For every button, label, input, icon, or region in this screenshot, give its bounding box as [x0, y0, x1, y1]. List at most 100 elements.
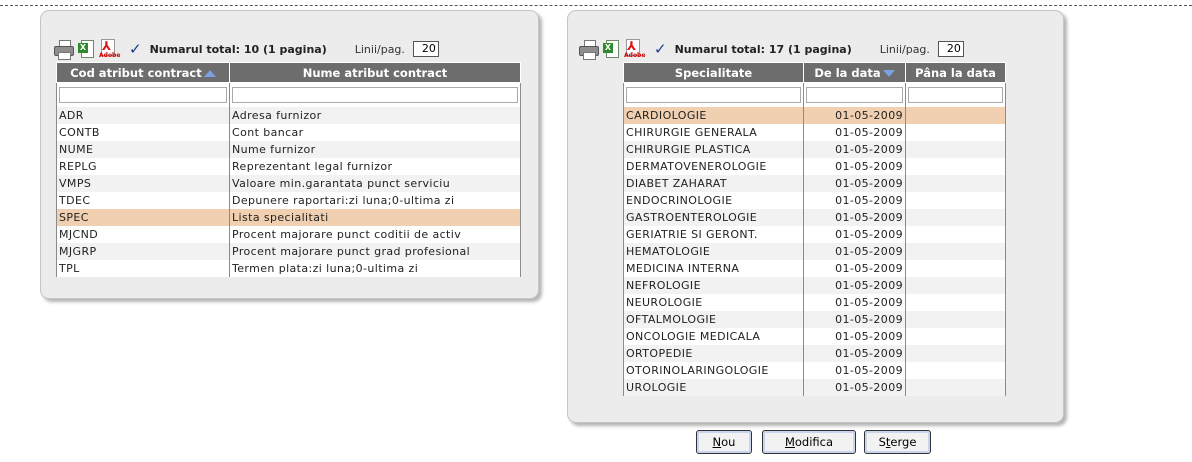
table-row[interactable]: GERIATRIE SI GERONT. 01-05-2009 — [623, 226, 1006, 243]
to-date-cell — [905, 192, 1006, 209]
contract-attributes-table: Cod atribut contract Nume atribut contra… — [56, 62, 521, 277]
to-date-cell — [905, 243, 1006, 260]
code-cell: REPLG — [56, 158, 230, 175]
specialty-cell: DERMATOVENEROLOGIE — [623, 158, 804, 175]
table-row[interactable]: DERMATOVENEROLOGIE 01-05-2009 — [623, 158, 1006, 175]
from-date-cell: 01-05-2009 — [803, 362, 906, 379]
column-header-code[interactable]: Cod atribut contract — [56, 62, 230, 83]
delete-button[interactable]: St erge — [864, 430, 931, 454]
to-date-cell — [905, 175, 1006, 192]
from-date-cell: 01-05-2009 — [803, 345, 906, 362]
code-cell: ADR — [56, 107, 230, 124]
lines-per-page-label: Linii/pag. — [354, 42, 405, 56]
specialty-cell: OFTALMOLOGIE — [623, 311, 804, 328]
table-row[interactable]: ONCOLOGIE MEDICALA 01-05-2009 — [623, 328, 1006, 345]
table-row[interactable]: ENDOCRINOLOGIE 01-05-2009 — [623, 192, 1006, 209]
checkmark-icon[interactable]: ✓ — [654, 40, 667, 58]
table-row[interactable]: TPL Termen plata:zi luna;0-ultima zi — [56, 260, 521, 277]
excel-export-icon[interactable]: X — [603, 40, 619, 58]
right-toolbar: X ⅄ Adobe ✓ Numarul total: 17 (1 pagina) … — [579, 35, 964, 63]
filter-code-input[interactable] — [59, 87, 227, 103]
contract-attributes-panel: X ⅄ Adobe ✓ Numarul total: 10 (1 pagina) … — [40, 10, 539, 299]
table-row[interactable]: HEMATOLOGIE 01-05-2009 — [623, 243, 1006, 260]
specialty-cell: CHIRURGIE PLASTICA — [623, 141, 804, 158]
code-cell: MJGRP — [56, 243, 230, 260]
specialties-table: Specialitate De la data Pâna la data CAR… — [623, 62, 1006, 396]
table-row[interactable]: MEDICINA INTERNA 01-05-2009 — [623, 260, 1006, 277]
to-date-cell — [905, 124, 1006, 141]
code-cell: CONTB — [56, 124, 230, 141]
filter-specialty-input[interactable] — [626, 87, 801, 103]
table-row[interactable]: NEUROLOGIE 01-05-2009 — [623, 294, 1006, 311]
table-row[interactable]: ORTOPEDIE 01-05-2009 — [623, 345, 1006, 362]
modify-button[interactable]: Modifica — [762, 430, 856, 454]
table-row[interactable]: UROLOGIE 01-05-2009 — [623, 379, 1006, 396]
from-date-cell: 01-05-2009 — [803, 107, 906, 124]
new-button[interactable]: Nou — [696, 430, 752, 454]
table-row[interactable]: OFTALMOLOGIE 01-05-2009 — [623, 311, 1006, 328]
total-count-text: Numarul total: 17 (1 pagina) — [674, 42, 852, 56]
table-row[interactable]: OTORINOLARINGOLOGIE 01-05-2009 — [623, 362, 1006, 379]
pdf-export-icon[interactable]: ⅄ Adobe — [99, 39, 120, 59]
from-date-cell: 01-05-2009 — [803, 226, 906, 243]
printer-icon[interactable] — [54, 40, 74, 60]
pdf-export-icon[interactable]: ⅄ Adobe — [624, 39, 645, 59]
specialty-cell: UROLOGIE — [623, 379, 804, 396]
table-row[interactable]: NUME Nume furnizor — [56, 141, 521, 158]
table-row[interactable]: CHIRURGIE GENERALA 01-05-2009 — [623, 124, 1006, 141]
code-cell: VMPS — [56, 175, 230, 192]
to-date-cell — [905, 277, 1006, 294]
filter-to-date-input[interactable] — [908, 87, 1003, 103]
to-date-cell — [905, 226, 1006, 243]
specialty-cell: OTORINOLARINGOLOGIE — [623, 362, 804, 379]
specialty-cell: ONCOLOGIE MEDICALA — [623, 328, 804, 345]
from-date-cell: 01-05-2009 — [803, 209, 906, 226]
name-cell: Procent majorare punct grad profesional — [229, 243, 521, 260]
specialty-cell: CARDIOLOGIE — [623, 107, 804, 124]
filter-from-date-input[interactable] — [806, 87, 903, 103]
left-toolbar: X ⅄ Adobe ✓ Numarul total: 10 (1 pagina) … — [54, 35, 439, 63]
specialty-cell: NEFROLOGIE — [623, 277, 804, 294]
table-row[interactable]: MJGRP Procent majorare punct grad profesi… — [56, 243, 521, 260]
sort-descending-icon — [882, 69, 895, 77]
excel-export-icon[interactable]: X — [78, 40, 94, 58]
table-row[interactable]: MJCND Procent majorare punct coditii de a… — [56, 226, 521, 243]
table-row[interactable]: ADR Adresa furnizor — [56, 107, 521, 124]
to-date-cell — [905, 379, 1006, 396]
from-date-cell: 01-05-2009 — [803, 141, 906, 158]
table-row[interactable]: GASTROENTEROLOGIE 01-05-2009 — [623, 209, 1006, 226]
from-date-cell: 01-05-2009 — [803, 124, 906, 141]
table-row[interactable]: REPLG Reprezentant legal furnizor — [56, 158, 521, 175]
filter-name-input[interactable] — [232, 87, 518, 103]
table-row[interactable]: CARDIOLOGIE 01-05-2009 — [623, 107, 1006, 124]
table-row[interactable]: TDEC Depunere raportari:zi luna;0-ultima … — [56, 192, 521, 209]
table-row[interactable]: CONTB Cont bancar — [56, 124, 521, 141]
lines-per-page-input[interactable]: 20 — [412, 41, 439, 57]
from-date-cell: 01-05-2009 — [803, 277, 906, 294]
table-row[interactable]: VMPS Valoare min.garantata punct serviciu — [56, 175, 521, 192]
table-row[interactable]: DIABET ZAHARAT 01-05-2009 — [623, 175, 1006, 192]
lines-per-page-input[interactable]: 20 — [937, 41, 964, 57]
lines-per-page-label: Linii/pag. — [879, 42, 930, 56]
table-row[interactable]: CHIRURGIE PLASTICA 01-05-2009 — [623, 141, 1006, 158]
table-row[interactable]: SPEC Lista specialitati — [56, 209, 521, 226]
checkmark-icon[interactable]: ✓ — [129, 40, 142, 58]
specialty-cell: DIABET ZAHARAT — [623, 175, 804, 192]
printer-icon[interactable] — [579, 40, 599, 60]
column-header-specialty[interactable]: Specialitate — [623, 62, 804, 83]
code-cell: SPEC — [56, 209, 230, 226]
top-dashed-divider — [0, 5, 1192, 6]
specialty-cell: MEDICINA INTERNA — [623, 260, 804, 277]
name-cell: Reprezentant legal furnizor — [229, 158, 521, 175]
to-date-cell — [905, 260, 1006, 277]
column-header-name[interactable]: Nume atribut contract — [229, 62, 521, 83]
table-row[interactable]: NEFROLOGIE 01-05-2009 — [623, 277, 1006, 294]
from-date-cell: 01-05-2009 — [803, 243, 906, 260]
code-cell: TDEC — [56, 192, 230, 209]
column-header-from-date[interactable]: De la data — [803, 62, 906, 83]
sort-ascending-icon — [203, 69, 216, 77]
specialty-cell: ENDOCRINOLOGIE — [623, 192, 804, 209]
from-date-cell: 01-05-2009 — [803, 328, 906, 345]
from-date-cell: 01-05-2009 — [803, 192, 906, 209]
column-header-to-date[interactable]: Pâna la data — [905, 62, 1006, 83]
